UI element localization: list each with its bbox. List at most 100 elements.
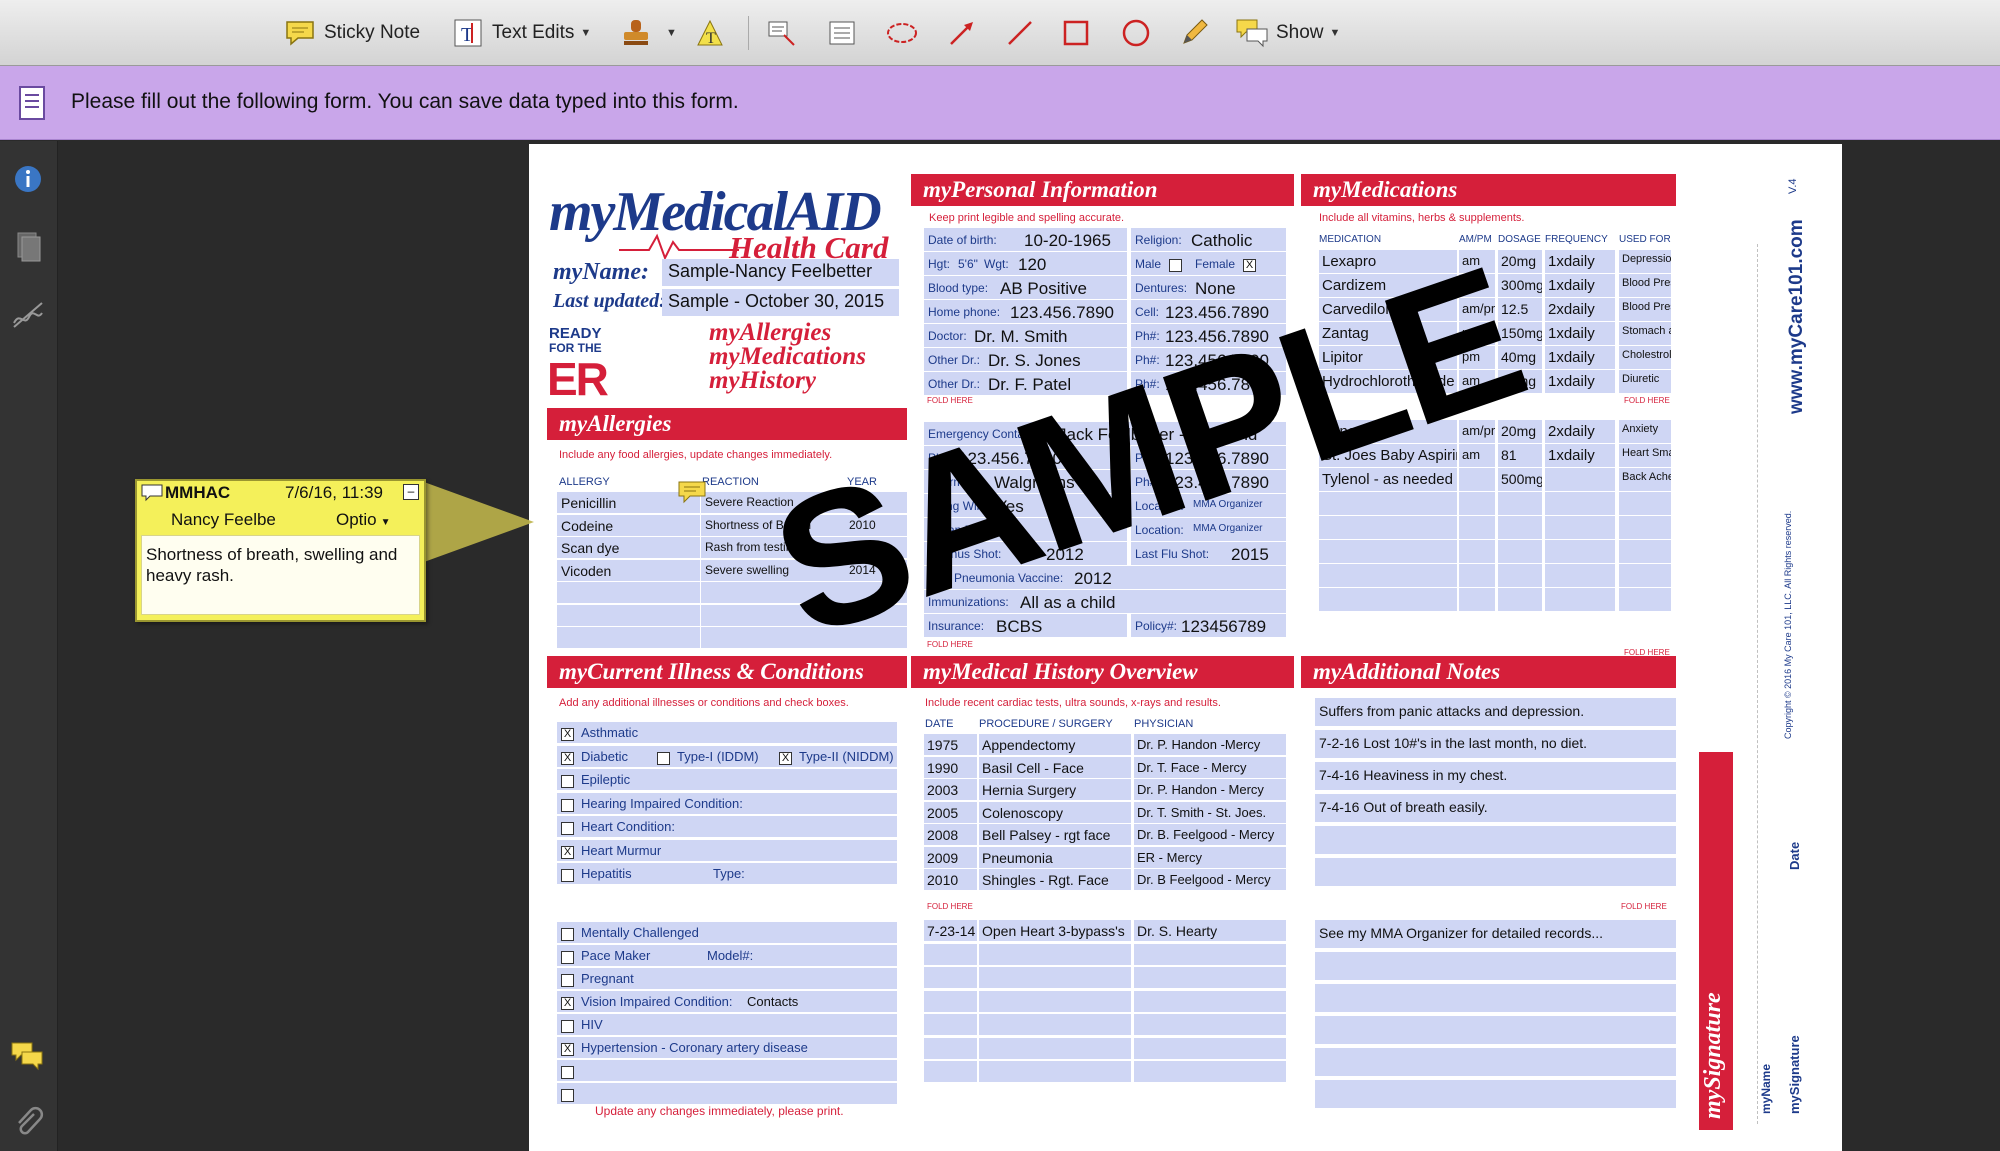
note-line[interactable]: 7-4-16 Heaviness in my chest. <box>1315 762 1676 790</box>
pencil-button[interactable] <box>1176 13 1218 53</box>
condition-row[interactable]: Pace Maker Model#: <box>557 945 897 966</box>
comments-panel-icon[interactable] <box>8 1036 48 1076</box>
medication-cell[interactable] <box>1545 492 1615 515</box>
arrow-button[interactable] <box>944 13 986 53</box>
allergy-cell[interactable] <box>701 582 846 603</box>
medication-cell[interactable]: am <box>1459 274 1495 297</box>
medication-cell[interactable] <box>1319 588 1457 611</box>
medication-cell[interactable]: St. Joes Baby Aspirin <box>1319 444 1457 467</box>
medication-cell[interactable]: pm <box>1459 346 1495 369</box>
medication-cell[interactable]: 1xdaily <box>1545 250 1615 273</box>
medication-cell[interactable]: Stomach acid <box>1619 322 1671 345</box>
history-cell[interactable]: Dr. B Feelgood - Mercy <box>1134 869 1286 890</box>
allergy-cell[interactable]: Rash from testing <box>701 537 846 558</box>
text-box-button[interactable] <box>764 13 806 53</box>
history-cell[interactable] <box>924 943 977 965</box>
history-cell[interactable] <box>924 1014 977 1035</box>
immunizations-row[interactable]: Immunizations: All as a child <box>924 590 1286 613</box>
allergy-cell[interactable] <box>701 604 846 626</box>
medication-cell[interactable]: Back Ache <box>1619 468 1671 491</box>
male-checkbox[interactable] <box>1169 259 1182 272</box>
history-cell[interactable]: Dr. S. Hearty <box>1134 920 1286 941</box>
medication-cell[interactable]: 2xdaily <box>1545 420 1615 443</box>
medication-cell[interactable] <box>1319 492 1457 515</box>
history-cell[interactable]: 1990 <box>924 756 977 778</box>
medication-cell[interactable] <box>1498 540 1542 563</box>
condition-checkbox[interactable]: X <box>561 845 574 859</box>
medication-cell[interactable] <box>1619 540 1671 563</box>
comment-icon[interactable] <box>677 480 707 504</box>
emergency-phone2-row[interactable]: Ph#: 123.456.7890 <box>1131 446 1286 469</box>
history-cell[interactable]: 2003 <box>924 779 977 800</box>
medication-cell[interactable]: Blood Pressure <box>1619 298 1671 321</box>
medication-cell[interactable]: 500mg <box>1498 468 1542 491</box>
medication-cell[interactable] <box>1619 564 1671 587</box>
medication-cell[interactable]: 1xdaily <box>1545 274 1615 297</box>
pneumonia-row[interactable]: Last Pneumonia Vaccine: 2012 <box>924 566 1286 589</box>
medication-cell[interactable]: Anxiety <box>1619 420 1671 443</box>
history-cell[interactable] <box>924 1037 977 1059</box>
note-line[interactable] <box>1315 1048 1676 1076</box>
history-cell[interactable] <box>979 1014 1131 1035</box>
medication-cell[interactable]: 20mg <box>1498 250 1542 273</box>
condition-row[interactable]: Pregnant <box>557 968 897 989</box>
allergy-cell[interactable] <box>845 627 907 648</box>
allergy-cell[interactable]: 2014 <box>845 559 907 581</box>
medication-cell[interactable]: 2xdaily <box>1545 298 1615 321</box>
medication-cell[interactable]: Tylenol - as needed <box>1319 468 1457 491</box>
condition-row[interactable] <box>557 1060 897 1081</box>
medication-cell[interactable]: 12.5 <box>1498 298 1542 321</box>
condition-row[interactable] <box>557 1083 897 1104</box>
history-cell[interactable]: Dr. T. Smith - St. Joes. <box>1134 801 1286 823</box>
blood-type-row[interactable]: Blood type: AB Positive <box>924 276 1127 299</box>
pages-icon[interactable] <box>8 227 48 267</box>
organ-donor-row[interactable]: Organ Donor: <box>924 518 1127 541</box>
sticky-note-button[interactable]: Sticky Note <box>282 13 420 53</box>
female-checkbox[interactable]: X <box>1243 259 1256 272</box>
allergy-cell[interactable]: 2012 <box>845 537 907 558</box>
medication-cell[interactable] <box>1459 468 1495 491</box>
medication-cell[interactable]: Blood Pressure <box>1619 274 1671 297</box>
note-line[interactable] <box>1315 858 1676 886</box>
medication-cell[interactable]: 1xdaily <box>1545 370 1615 393</box>
history-cell[interactable]: Hernia Surgery <box>979 779 1131 800</box>
emergency-contact-row[interactable]: Emergency Contact: Jack Feelbetter - Husb… <box>924 422 1286 445</box>
allergy-cell[interactable]: Scan dye <box>557 537 700 558</box>
medication-cell[interactable] <box>1319 516 1457 539</box>
gender-row[interactable]: Male Female X <box>1131 252 1286 275</box>
pharmacy-phone-row[interactable]: Ph#: 123.456.7890 <box>1131 470 1286 493</box>
height-weight-row[interactable]: Hgt: 5'6" Wgt: 120 <box>924 252 1127 275</box>
condition-checkbox[interactable] <box>561 1066 574 1079</box>
allergy-cell[interactable]: 2010 <box>845 514 907 536</box>
medication-cell[interactable]: Lipitor <box>1319 346 1457 369</box>
medication-cell[interactable] <box>1545 516 1615 539</box>
medication-cell[interactable] <box>1498 492 1542 515</box>
note-line[interactable]: 7-4-16 Out of breath easily. <box>1315 794 1676 822</box>
allergy-cell[interactable]: Severe Reaction <box>701 492 846 513</box>
allergy-cell[interactable] <box>845 604 907 626</box>
allergy-cell[interactable]: 2005 <box>845 492 907 513</box>
note-line[interactable]: See my MMA Organizer for detailed record… <box>1315 920 1676 948</box>
condition-checkbox[interactable]: X <box>561 751 574 765</box>
medication-cell[interactable] <box>1459 492 1495 515</box>
history-cell[interactable]: Dr. P. Handon - Mercy <box>1134 779 1286 800</box>
medication-cell[interactable] <box>1459 564 1495 587</box>
condition-checkbox[interactable] <box>561 1020 574 1033</box>
allergy-cell[interactable] <box>845 582 907 603</box>
attachment-icon[interactable] <box>8 1103 48 1143</box>
medication-cell[interactable]: Cholestrol <box>1619 346 1671 369</box>
history-cell[interactable] <box>924 967 977 988</box>
stamp-button[interactable]: ▼ <box>618 13 677 53</box>
condition-row[interactable]: X Asthmatic <box>557 722 897 743</box>
medication-cell[interactable]: Heart Smart <box>1619 444 1671 467</box>
medication-cell[interactable]: 1xdaily <box>1545 346 1615 369</box>
condition-row[interactable]: Heart Condition: <box>557 816 897 837</box>
insurance-row[interactable]: Insurance: BCBS <box>924 614 1127 637</box>
condition-checkbox[interactable] <box>561 1089 574 1102</box>
medication-cell[interactable] <box>1319 540 1457 563</box>
history-cell[interactable]: Pneumonia <box>979 846 1131 868</box>
living-will-location-row[interactable]: Location: MMA Organizer <box>1131 494 1286 517</box>
text-edits-button[interactable]: T Text Edits ▼ <box>450 13 591 53</box>
info-icon[interactable] <box>8 159 48 199</box>
condition-checkbox[interactable] <box>561 775 574 788</box>
